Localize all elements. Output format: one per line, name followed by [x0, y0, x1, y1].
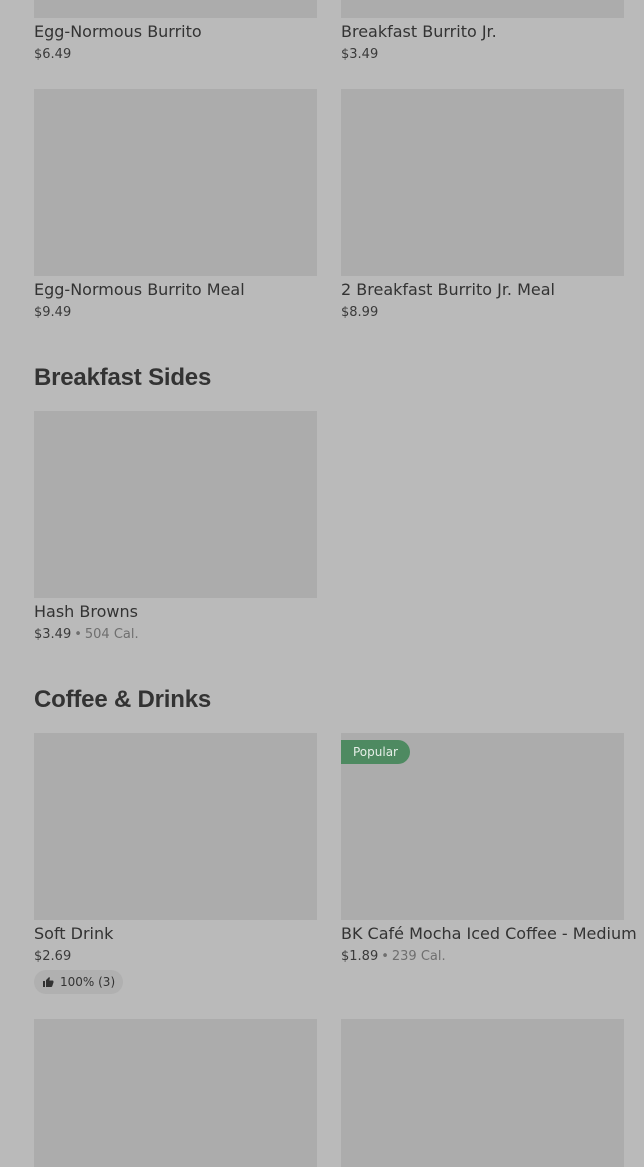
rating-text: 100% (3) — [60, 975, 116, 989]
item-price-egg-normous-burrito: $6.49 — [34, 47, 72, 62]
item-price-egg-normous-burrito-meal: $9.49 — [34, 305, 72, 320]
item-name-two-breakfast-burrito-jr-meal[interactable]: 2 Breakfast Burrito Jr. Meal — [341, 280, 555, 300]
item-price-line-bk-cafe-mocha: $1.89 • 239 Cal. — [341, 948, 446, 966]
separator-dot: • — [74, 627, 82, 642]
thumbs-up-icon — [43, 977, 54, 987]
item-price-hash-browns: $3.49 — [34, 627, 72, 642]
item-calories-hash-browns: 504 Cal. — [84, 627, 139, 642]
separator-dot: • — [381, 949, 389, 964]
item-image-next-right[interactable] — [341, 1019, 624, 1167]
item-name-soft-drink[interactable]: Soft Drink — [34, 924, 113, 944]
section-title-coffee-drinks: Coffee & Drinks — [34, 686, 212, 713]
item-image-breakfast-burrito-jr[interactable] — [341, 0, 624, 18]
item-name-breakfast-burrito-jr[interactable]: Breakfast Burrito Jr. — [341, 22, 497, 42]
item-price-line-hash-browns: $3.49 • 504 Cal. — [34, 626, 139, 644]
item-name-bk-cafe-mocha[interactable]: BK Café Mocha Iced Coffee - Medium — [341, 924, 637, 944]
item-image-hash-browns[interactable] — [34, 411, 317, 598]
item-image-soft-drink[interactable] — [34, 733, 317, 920]
item-price-two-breakfast-burrito-jr-meal: $8.99 — [341, 305, 379, 320]
item-image-egg-normous-burrito-meal[interactable] — [34, 89, 317, 276]
item-price-bk-cafe-mocha: $1.89 — [341, 949, 379, 964]
item-price-soft-drink: $2.69 — [34, 949, 72, 964]
item-image-two-breakfast-burrito-jr-meal[interactable] — [341, 89, 624, 276]
rating-pill-soft-drink: 100% (3) — [34, 970, 124, 994]
item-name-egg-normous-burrito-meal[interactable]: Egg-Normous Burrito Meal — [34, 280, 245, 300]
popular-badge: Popular — [341, 740, 410, 764]
item-name-hash-browns[interactable]: Hash Browns — [34, 602, 138, 622]
item-image-egg-normous-burrito[interactable] — [34, 0, 317, 18]
item-name-egg-normous-burrito[interactable]: Egg-Normous Burrito — [34, 22, 202, 42]
section-title-breakfast-sides: Breakfast Sides — [34, 364, 212, 391]
item-calories-bk-cafe-mocha: 239 Cal. — [391, 949, 446, 964]
item-price-breakfast-burrito-jr: $3.49 — [341, 47, 379, 62]
item-image-next-left[interactable] — [34, 1019, 317, 1167]
